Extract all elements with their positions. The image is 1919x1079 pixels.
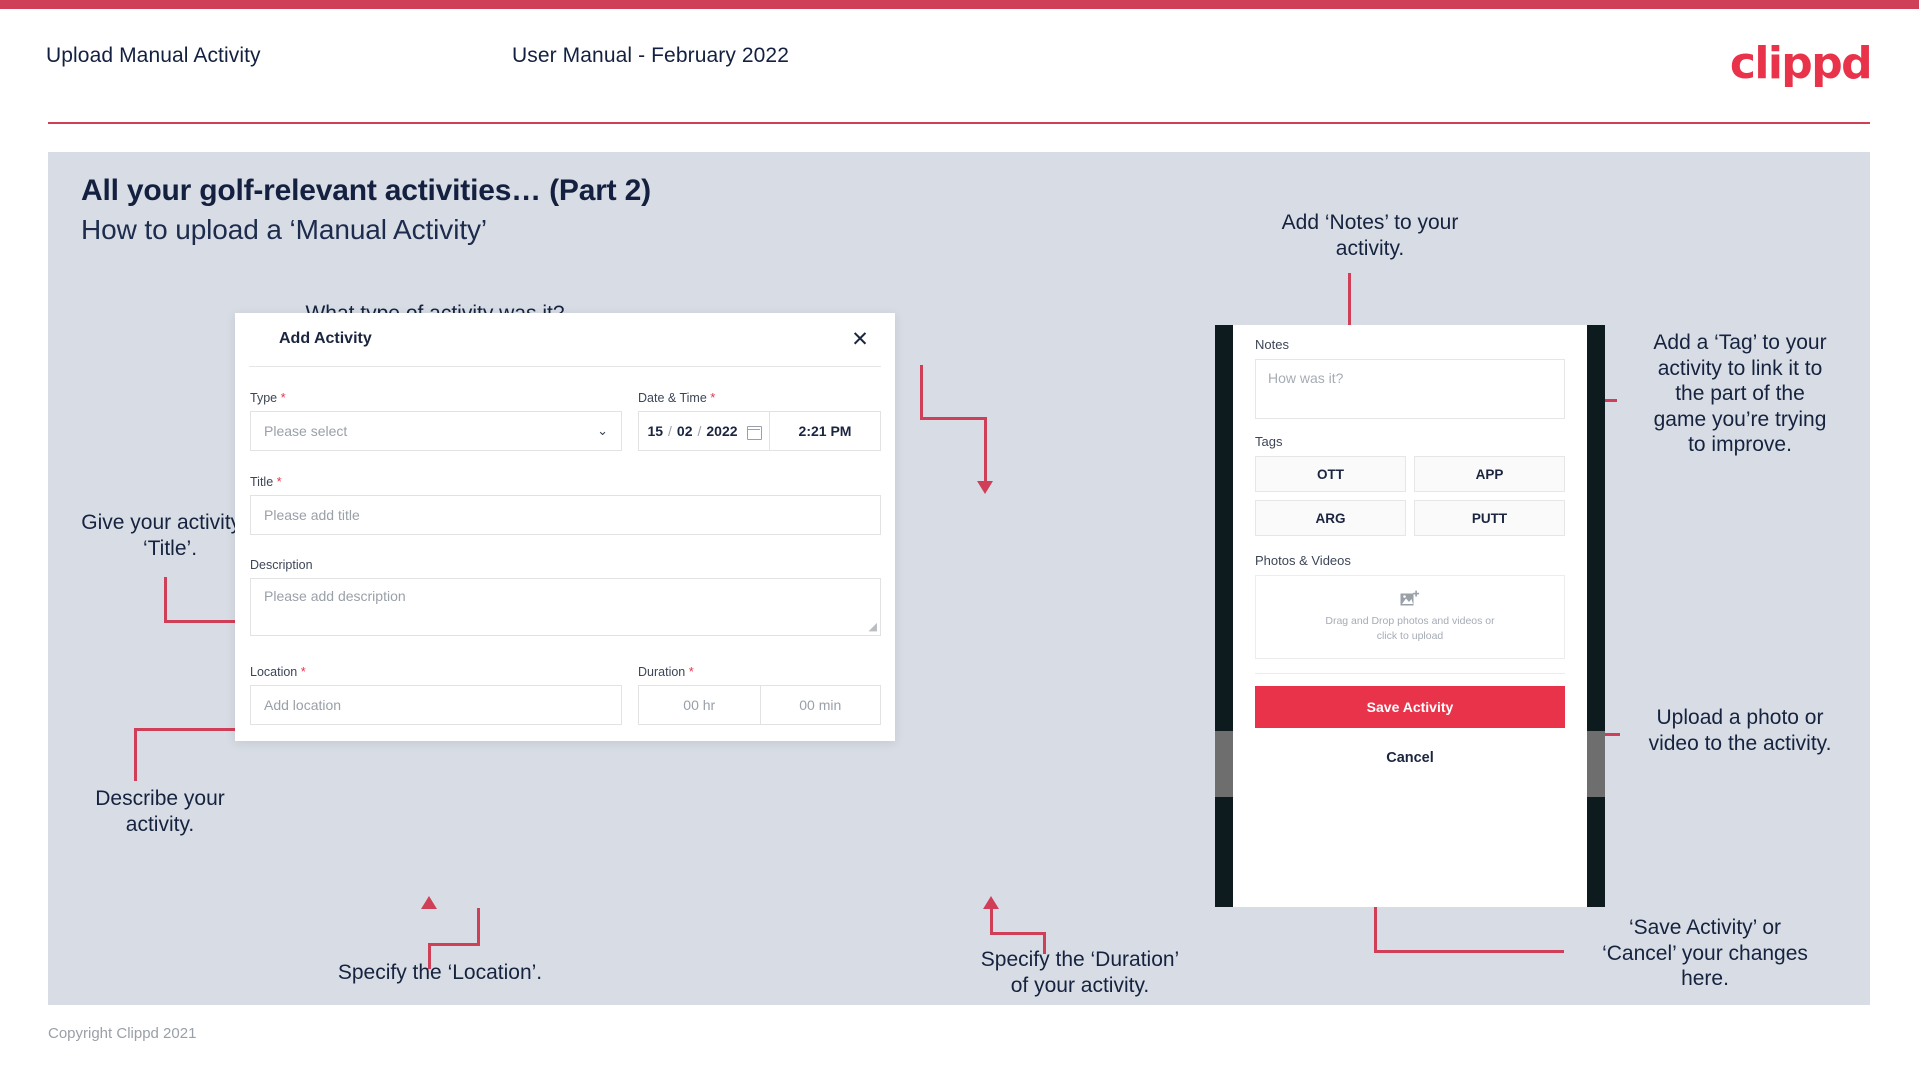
photos-videos-label: Photos & Videos (1255, 553, 1351, 568)
arrow-datetime (920, 365, 923, 419)
add-image-icon (1400, 590, 1420, 608)
page-subtitle: How to upload a ‘Manual Activity’ (81, 214, 488, 245)
description-placeholder: Please add description (264, 588, 406, 604)
arrow-save-seg (1374, 950, 1564, 953)
footer-copyright: Copyright Clippd 2021 (48, 1025, 197, 1042)
arrow-duration-head (983, 896, 999, 909)
dropzone-text: Drag and Drop photos and videos or click… (1325, 614, 1495, 642)
tag-button-ott[interactable]: OTT (1255, 456, 1406, 492)
title-field-group: Title * Please add title (250, 474, 881, 535)
date-sep-1: / (668, 423, 672, 439)
phone-mockup: Notes How was it? Tags OTT APP ARG PUTT … (1215, 325, 1605, 907)
header-divider (48, 122, 1870, 124)
type-placeholder: Please select (264, 423, 348, 439)
date-month: 02 (676, 423, 693, 439)
title-label: Title * (250, 474, 282, 489)
duration-label: Duration * (638, 664, 694, 679)
date-year: 2022 (706, 423, 738, 439)
phone-divider (1255, 673, 1565, 674)
header-title: Upload Manual Activity (46, 44, 261, 67)
date-sep-2: / (697, 423, 702, 439)
arrow-location-head (421, 896, 437, 909)
dialog-header: Add Activity ✕ (235, 313, 895, 366)
date-day: 15 (647, 423, 664, 439)
cancel-button[interactable]: Cancel (1255, 750, 1565, 766)
required-marker: * (710, 390, 716, 405)
tags-grid: OTT APP ARG PUTT (1255, 456, 1565, 536)
arrow-location-seg (428, 943, 480, 946)
phone-frame-left (1215, 325, 1233, 907)
arrow-notes (1348, 273, 1351, 330)
annotation-duration: Specify the ‘Duration’ of your activity. (980, 948, 1180, 997)
notes-label: Notes (1255, 337, 1289, 352)
required-marker: * (300, 664, 306, 679)
phone-side-button-right (1587, 731, 1605, 797)
description-label: Description (250, 558, 313, 572)
arrow-description (134, 728, 137, 781)
type-field-group: Type * Please select ⌄ (250, 390, 622, 451)
arrow-duration (990, 908, 993, 935)
date-input[interactable]: 15 / 02 / 2022 (638, 411, 769, 451)
clippd-logo: clippd (1729, 38, 1873, 89)
dialog-divider (249, 366, 881, 367)
page-title: All your golf-relevant activities… (Part… (81, 174, 651, 207)
annotation-upload: Upload a photo or video to the activity. (1648, 706, 1832, 755)
notes-textarea[interactable]: How was it? (1255, 359, 1565, 419)
slide-page: Upload Manual Activity User Manual - Feb… (0, 0, 1919, 1079)
tag-button-arg[interactable]: ARG (1255, 500, 1406, 536)
description-textarea[interactable]: Please add description ◢ (250, 578, 881, 636)
datetime-inputs: 15 / 02 / 2022 2:21 PM (638, 411, 881, 451)
annotation-save: ‘Save Activity’ or ‘Cancel’ your changes… (1602, 916, 1808, 991)
arrow-datetime-seg2 (984, 417, 987, 483)
phone-side-button-left (1215, 731, 1233, 797)
datetime-label: Date & Time * (638, 390, 716, 405)
datetime-field-group: Date & Time * 15 / 02 / 2022 2:21 PM (638, 390, 881, 451)
description-field-group: Description Please add description ◢ (250, 558, 881, 636)
duration-inputs: 00 hr 00 min (638, 685, 881, 725)
dialog-title: Add Activity (279, 330, 372, 347)
chevron-down-icon: ⌄ (597, 423, 608, 439)
arrow-datetime-head (977, 481, 993, 494)
location-label: Location * (250, 664, 306, 679)
top-accent-bar (0, 0, 1919, 9)
header-subtitle: User Manual - February 2022 (512, 44, 789, 67)
close-icon[interactable]: ✕ (846, 325, 874, 353)
arrow-title (164, 577, 167, 622)
type-select[interactable]: Please select ⌄ (250, 411, 622, 451)
resize-handle-icon[interactable]: ◢ (869, 622, 877, 633)
required-marker: * (688, 664, 694, 679)
time-input[interactable]: 2:21 PM (769, 411, 881, 451)
required-marker: * (280, 390, 286, 405)
calendar-icon[interactable] (746, 424, 762, 440)
arrow-duration-seg (990, 932, 1046, 935)
duration-field-group: Duration * 00 hr 00 min (638, 664, 881, 725)
annotation-location: Specify the ‘Location’. (337, 961, 543, 984)
phone-screen: Notes How was it? Tags OTT APP ARG PUTT … (1233, 325, 1587, 907)
required-marker: * (276, 474, 282, 489)
arrow-datetime-seg (920, 417, 987, 420)
tag-button-putt[interactable]: PUTT (1414, 500, 1565, 536)
arrow-location-seg2 (477, 908, 480, 945)
annotation-description: Describe your activity. (95, 787, 225, 836)
title-input[interactable]: Please add title (250, 495, 881, 535)
arrow-location (428, 943, 431, 969)
location-field-group: Location * Add location (250, 664, 622, 725)
annotation-notes: Add ‘Notes’ to your activity. (1281, 211, 1459, 260)
add-activity-dialog: Add Activity ✕ Type * Please select ⌄ Da… (235, 313, 895, 741)
arrow-duration-seg2 (1043, 932, 1046, 954)
location-input[interactable]: Add location (250, 685, 622, 725)
tags-label: Tags (1255, 434, 1283, 449)
annotation-tags: Add a ‘Tag’ to your activity to link it … (1653, 331, 1827, 457)
duration-hours-input[interactable]: 00 hr (638, 685, 760, 725)
type-label: Type * (250, 390, 286, 405)
phone-frame-right (1587, 325, 1605, 907)
tag-button-app[interactable]: APP (1414, 456, 1565, 492)
photo-upload-dropzone[interactable]: Drag and Drop photos and videos or click… (1255, 575, 1565, 659)
save-activity-button[interactable]: Save Activity (1255, 686, 1565, 728)
duration-minutes-input[interactable]: 00 min (759, 685, 881, 725)
